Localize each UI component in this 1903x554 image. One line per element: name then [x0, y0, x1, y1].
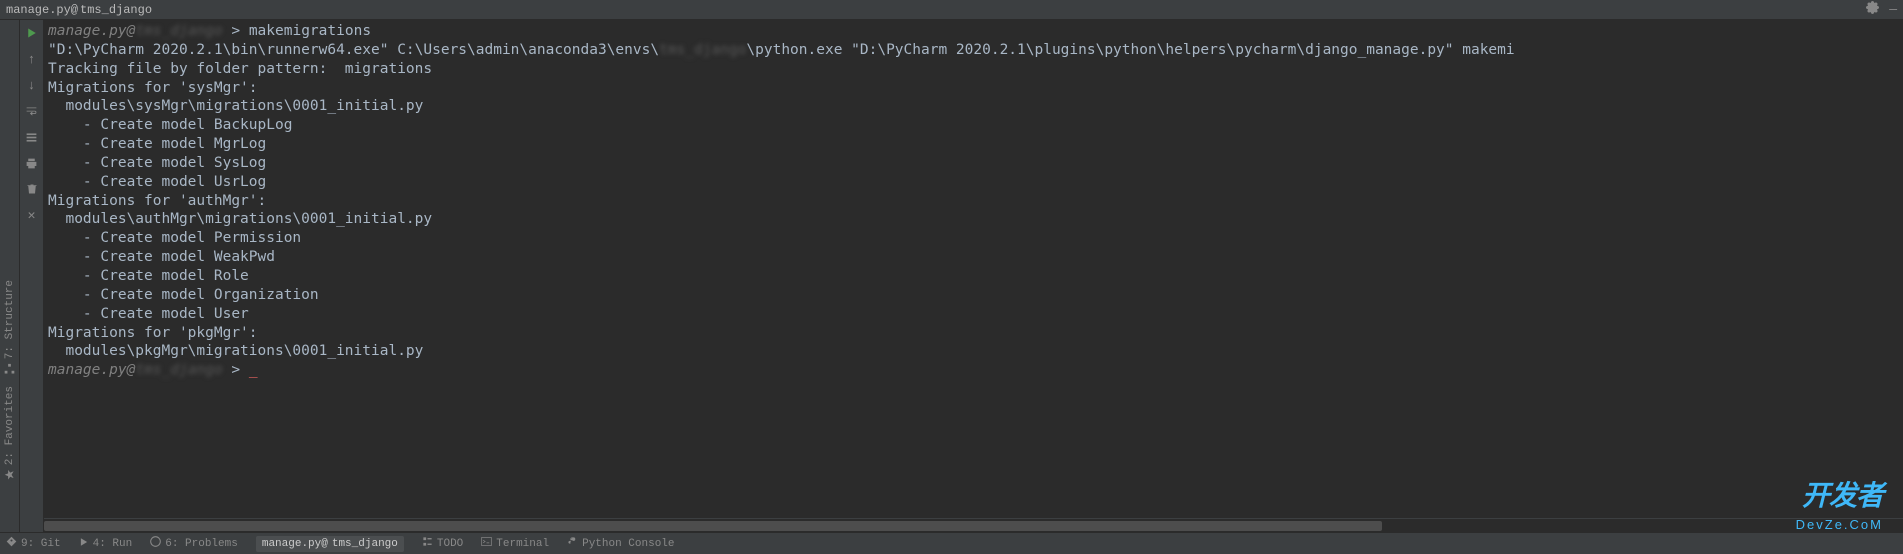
console-content[interactable]: manage.py@tms_django > makemigrations "D… — [44, 20, 1903, 518]
output-line-1b: tms_django — [659, 42, 746, 58]
output-line-2: Tracking file by folder pattern: migrati… — [48, 61, 432, 77]
arrow-down-icon[interactable]: ↓ — [23, 76, 41, 94]
output-line-4: modules\sysMgr\migrations\0001_initial.p… — [48, 98, 423, 114]
minimize-icon[interactable]: — — [1889, 2, 1897, 17]
output-line-13: - Create model Role — [48, 268, 249, 284]
play-icon[interactable] — [23, 24, 41, 42]
status-git-label: 9: Git — [21, 538, 61, 550]
prompt2-prefix: manage.py@ — [48, 362, 135, 378]
main-area: 7: Structure 2: Favorites ↑ ↓ ✕ manage — [0, 20, 1903, 532]
output-line-17: modules\pkgMgr\migrations\0001_initial.p… — [48, 343, 423, 359]
output-line-1a: "D:\PyCharm 2020.2.1\bin\runnerw64.exe" … — [48, 42, 659, 58]
arrow-up-icon[interactable]: ↑ — [23, 50, 41, 68]
git-icon — [6, 536, 17, 551]
sidebar-favorites-tab[interactable]: 2: Favorites — [4, 386, 16, 480]
status-manage-label: manage.py@ — [262, 538, 328, 550]
output-line-11: - Create model Permission — [48, 230, 301, 246]
status-python-console-label: Python Console — [582, 538, 674, 550]
output-line-3: Migrations for 'sysMgr': — [48, 80, 258, 96]
problems-icon — [150, 536, 161, 551]
toolbar-column: ↑ ↓ ✕ — [20, 20, 44, 532]
sidebar-structure-tab[interactable]: 7: Structure — [4, 280, 16, 374]
statusbar: 9: Git 4: Run 6: Problems manage.py@ tms_… — [0, 532, 1903, 554]
status-todo[interactable]: TODO — [422, 536, 463, 551]
status-terminal[interactable]: Terminal — [481, 536, 549, 551]
select-icon[interactable] — [23, 128, 41, 146]
output-line-12: - Create model WeakPwd — [48, 249, 275, 265]
scrollbar-thumb[interactable] — [44, 521, 1382, 531]
title-bar: manage.py@tms_django — — [0, 0, 1903, 20]
prompt2-project: tms_django — [135, 362, 222, 378]
prompt-sign: > — [223, 23, 249, 39]
status-manage-tab[interactable]: manage.py@ tms_django — [256, 536, 404, 552]
console-area: manage.py@tms_django > makemigrations "D… — [44, 20, 1903, 532]
terminal-icon — [481, 536, 492, 551]
status-run[interactable]: 4: Run — [79, 537, 133, 551]
output-line-1c: \python.exe "D:\PyCharm 2020.2.1\plugins… — [746, 42, 1514, 58]
output-line-10: modules\authMgr\migrations\0001_initial.… — [48, 211, 432, 227]
output-line-6: - Create model MgrLog — [48, 136, 266, 152]
status-git[interactable]: 9: Git — [6, 536, 61, 551]
title-project-blurred: tms_django — [80, 3, 152, 17]
output-line-9: Migrations for 'authMgr': — [48, 193, 266, 209]
status-problems-label: 6: Problems — [165, 538, 238, 550]
output-line-5: - Create model BackupLog — [48, 117, 292, 133]
prompt-project: tms_django — [135, 23, 222, 39]
prompt2-sign: > — [223, 362, 249, 378]
cursor: _ — [249, 362, 258, 378]
status-terminal-label: Terminal — [496, 538, 549, 550]
horizontal-scrollbar[interactable] — [44, 518, 1903, 532]
wrap-icon[interactable] — [23, 102, 41, 120]
close-icon[interactable]: ✕ — [23, 206, 41, 224]
python-icon — [567, 536, 578, 551]
output-line-14: - Create model Organization — [48, 287, 319, 303]
output-line-8: - Create model UsrLog — [48, 174, 266, 190]
trash-icon[interactable] — [23, 180, 41, 198]
status-python-console[interactable]: Python Console — [567, 536, 674, 551]
status-manage-blurred: tms_django — [332, 538, 398, 550]
status-todo-label: TODO — [437, 538, 463, 550]
output-line-7: - Create model SysLog — [48, 155, 266, 171]
gear-icon[interactable] — [1866, 1, 1879, 18]
title-text: manage.py@ — [6, 3, 78, 17]
prompt-prefix: manage.py@ — [48, 23, 135, 39]
run-icon — [79, 537, 89, 551]
output-line-15: - Create model User — [48, 306, 249, 322]
command: makemigrations — [249, 23, 371, 39]
status-problems[interactable]: 6: Problems — [150, 536, 238, 551]
status-run-label: 4: Run — [93, 538, 133, 550]
todo-icon — [422, 536, 433, 551]
sidebar-favorites-label: 2: Favorites — [4, 386, 16, 465]
print-icon[interactable] — [23, 154, 41, 172]
left-sidebar: 7: Structure 2: Favorites — [0, 20, 20, 532]
output-line-16: Migrations for 'pkgMgr': — [48, 325, 258, 341]
sidebar-structure-label: 7: Structure — [4, 280, 16, 359]
